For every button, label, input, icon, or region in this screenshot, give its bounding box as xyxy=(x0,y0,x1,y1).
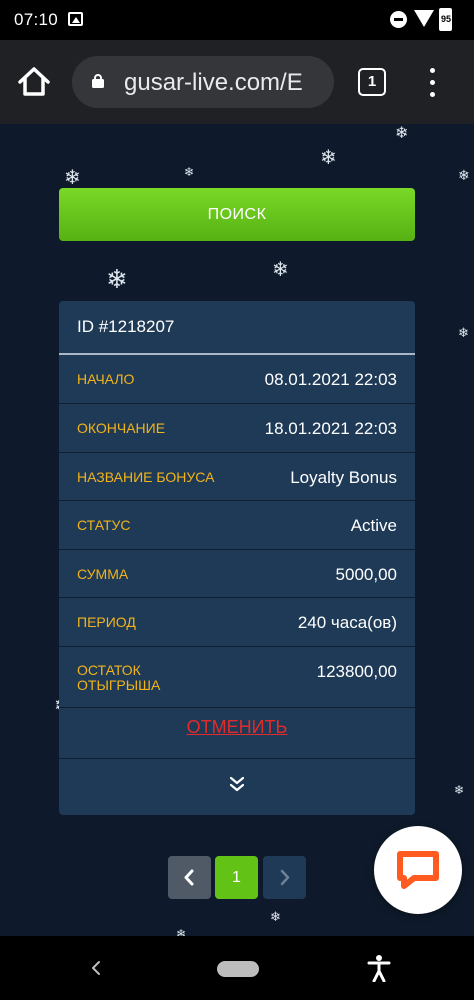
pagination-page-current[interactable]: 1 xyxy=(215,856,258,899)
snowflake-icon: ❄ xyxy=(458,167,470,183)
snowflake-icon: ❄ xyxy=(184,165,195,179)
system-nav-bar xyxy=(0,936,474,1000)
row-label: НАЗВАНИЕ БОНУСА xyxy=(77,469,215,485)
bonus-row-wagering: ОСТАТОК ОТЫГРЫША 123800,00 xyxy=(59,647,415,708)
accessibility-button[interactable] xyxy=(366,954,392,983)
row-value: 08.01.2021 22:03 xyxy=(264,370,397,389)
pagination-prev-button[interactable] xyxy=(168,856,211,899)
expand-button[interactable] xyxy=(225,772,249,796)
bonus-row-start: НАЧАЛО 08.01.2021 22:03 xyxy=(59,355,415,404)
back-button[interactable] xyxy=(86,958,106,978)
row-label-line2: ОТЫГРЫША xyxy=(77,677,161,693)
row-value: Active xyxy=(350,516,397,535)
bonus-row-period: ПЕРИОД 240 часа(ов) xyxy=(59,598,415,647)
row-value: 123800,00 xyxy=(316,662,397,681)
pagination-next-button[interactable] xyxy=(263,856,306,899)
snowflake-icon: ❄ xyxy=(454,783,465,797)
home-button[interactable] xyxy=(14,62,54,102)
chat-bubble-icon xyxy=(397,851,439,889)
row-label: СТАТУС xyxy=(77,517,131,533)
wifi-icon xyxy=(414,10,434,27)
row-label-line1: ОСТАТОК xyxy=(77,662,141,678)
status-bar: 07:10 95 xyxy=(0,0,474,40)
chevron-left-icon xyxy=(184,869,194,886)
more-vert-icon[interactable] xyxy=(421,68,443,98)
row-label: СУММА xyxy=(77,566,129,582)
cancel-bonus-link[interactable]: ОТМЕНИТЬ xyxy=(59,717,415,738)
status-time: 07:10 xyxy=(14,10,59,29)
row-value: 5000,00 xyxy=(335,565,397,584)
page-content: ❄ ❄ ❄ ❄ ❄ ❄ ❄ ❄ ❄ ❄ ❄ ❄ ❄ ❄ ❄ ❄ ❄ ❄ ❄ ❄ … xyxy=(0,124,474,936)
image-icon xyxy=(68,12,83,26)
chevron-right-icon xyxy=(280,869,290,886)
snowflake-icon: ❄ xyxy=(320,147,337,169)
address-bar[interactable]: gusar-live.com/E xyxy=(72,56,334,108)
snowflake-icon: ❄ xyxy=(106,264,128,294)
home-pill[interactable] xyxy=(217,961,259,977)
bonus-row-status: СТАТУС Active xyxy=(59,501,415,550)
bonus-card: ID #1218207 НАЧАЛО 08.01.2021 22:03 ОКОН… xyxy=(59,301,415,815)
battery-level: 95 xyxy=(440,14,451,24)
bonus-row-amount: СУММА 5000,00 xyxy=(59,550,415,598)
divider xyxy=(59,758,415,759)
lock-icon xyxy=(92,74,104,88)
back-icon xyxy=(92,961,100,975)
snowflake-icon: ❄ xyxy=(395,125,409,142)
search-button[interactable]: ПОИСК xyxy=(59,188,415,241)
row-label: ОКОНЧАНИЕ xyxy=(77,420,166,436)
tab-switcher-button[interactable]: 1 xyxy=(358,68,386,96)
snowflake-icon: ❄ xyxy=(272,259,289,281)
browser-toolbar: gusar-live.com/E 1 xyxy=(0,40,474,124)
bonus-row-name: НАЗВАНИЕ БОНУСА Loyalty Bonus xyxy=(59,453,415,501)
snowflake-icon: ❄ xyxy=(458,325,469,340)
accessibility-icon xyxy=(367,955,391,983)
row-label: ПЕРИОД xyxy=(77,614,136,630)
live-chat-button[interactable] xyxy=(374,826,462,914)
do-not-disturb-icon xyxy=(390,11,407,28)
home-icon xyxy=(18,67,50,96)
row-value: Loyalty Bonus xyxy=(290,468,397,487)
row-label: НАЧАЛО xyxy=(77,371,135,387)
chevron-double-down-icon xyxy=(229,776,245,792)
snowflake-icon: ❄ xyxy=(64,167,81,189)
bonus-row-end: ОКОНЧАНИЕ 18.01.2021 22:03 xyxy=(59,404,415,453)
snowflake-icon: ❄ xyxy=(270,909,281,924)
bonus-id: ID #1218207 xyxy=(77,317,175,336)
url-text: gusar-live.com/E xyxy=(124,69,303,96)
row-value: 18.01.2021 22:03 xyxy=(264,419,397,438)
row-value: 240 часа(ов) xyxy=(297,613,397,632)
snowflake-icon: ❄ xyxy=(176,927,187,936)
